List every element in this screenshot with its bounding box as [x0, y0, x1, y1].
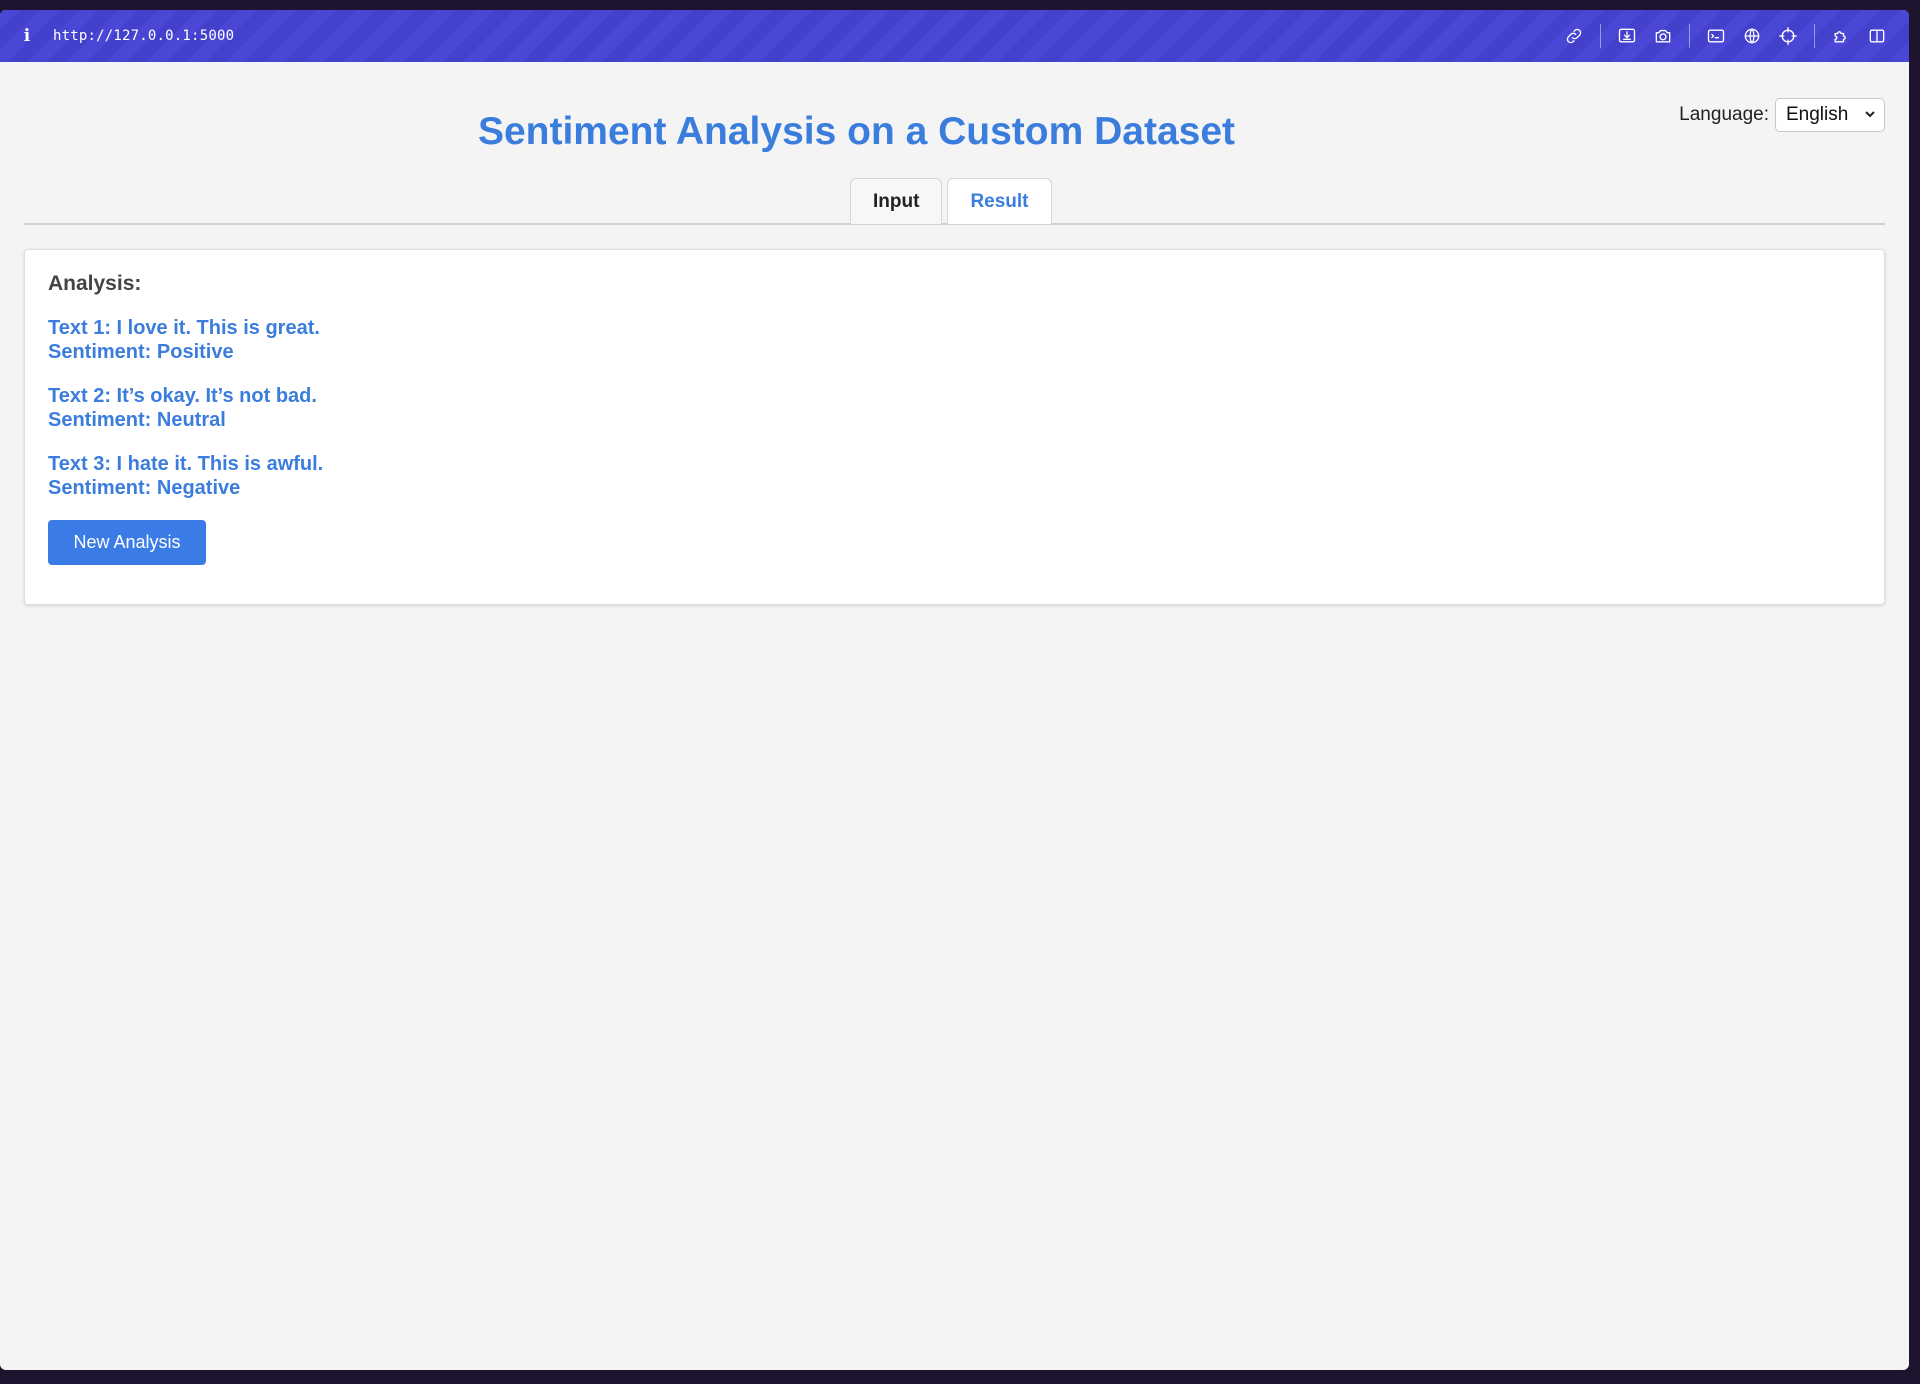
link-icon[interactable] — [1556, 22, 1592, 50]
result-item: Text 3: I hate it. This is awful. Sentim… — [48, 452, 1861, 500]
globe-icon[interactable] — [1734, 22, 1770, 50]
browser-url-bar: i http://127.0.0.1:5000 — [0, 10, 1909, 62]
language-select[interactable]: English — [1775, 98, 1885, 132]
chevron-down-icon — [1864, 104, 1876, 126]
result-text: Text 3: I hate it. This is awful. — [48, 453, 324, 475]
url-text[interactable]: http://127.0.0.1:5000 — [53, 28, 1556, 44]
analysis-heading: Analysis: — [48, 272, 142, 295]
tab-result[interactable]: Result — [947, 178, 1052, 224]
result-sentiment: Sentiment: Negative — [48, 477, 241, 499]
language-selected-value: English — [1786, 104, 1849, 125]
page-title: Sentiment Analysis on a Custom Dataset — [477, 110, 1236, 153]
info-icon[interactable]: i — [20, 26, 34, 46]
new-analysis-button[interactable]: New Analysis — [48, 520, 206, 565]
result-item: Text 1: I love it. This is great. Sentim… — [48, 316, 1861, 364]
terminal-icon[interactable] — [1698, 22, 1734, 50]
crosshair-icon[interactable] — [1770, 22, 1806, 50]
result-panel: Analysis: Text 1: I love it. This is gre… — [24, 249, 1885, 605]
browser-window: i http://127.0.0.1:5000 Language: Englis… — [0, 10, 1909, 1370]
toolbar-separator — [1600, 24, 1601, 48]
extensions-icon[interactable] — [1823, 22, 1859, 50]
tab-bar: Input Result — [24, 176, 1885, 225]
tab-input[interactable]: Input — [850, 178, 943, 224]
result-text: Text 2: It’s okay. It’s not bad. — [48, 385, 317, 407]
page-content: Language: English Sentiment Analysis on … — [0, 62, 1909, 605]
toolbar-separator — [1814, 24, 1815, 48]
result-text: Text 1: I love it. This is great. — [48, 317, 320, 339]
sidebar-icon[interactable] — [1859, 22, 1895, 50]
download-icon[interactable] — [1609, 22, 1645, 50]
toolbar-separator — [1689, 24, 1690, 48]
result-sentiment: Sentiment: Neutral — [48, 409, 226, 431]
result-item: Text 2: It’s okay. It’s not bad. Sentime… — [48, 384, 1861, 432]
browser-toolbar — [1556, 22, 1895, 50]
camera-icon[interactable] — [1645, 22, 1681, 50]
result-sentiment: Sentiment: Positive — [48, 341, 234, 363]
